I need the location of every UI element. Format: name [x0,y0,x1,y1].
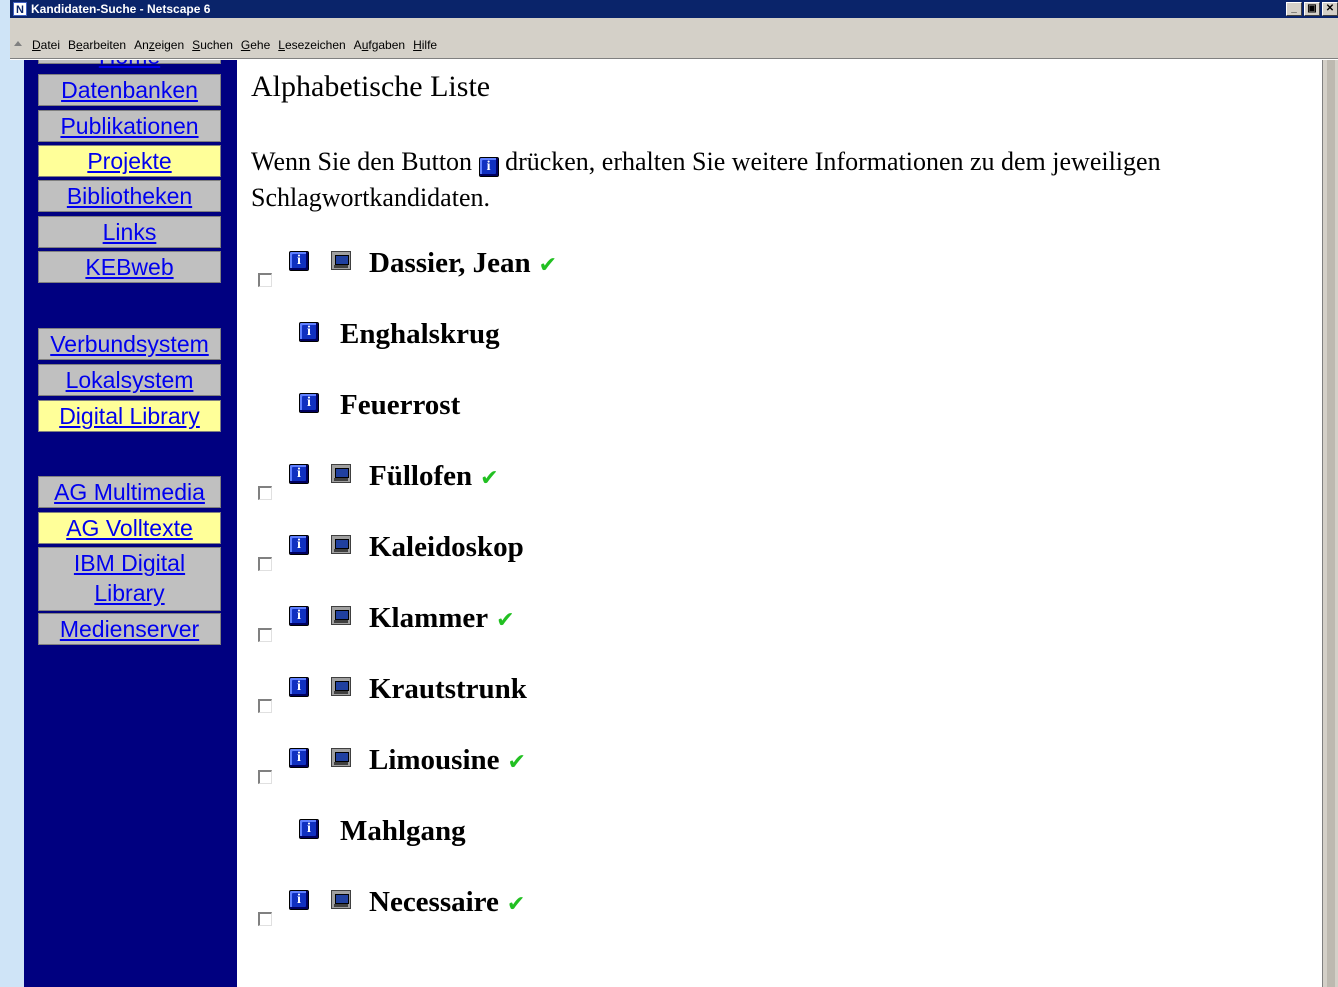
menu-item[interactable]: Bearbeiten [68,38,126,52]
nav-button-bibliotheken[interactable]: Bibliotheken [38,180,221,212]
monitor-icon[interactable] [331,535,351,554]
candidate-label: Mahlgang [340,815,466,847]
info-button-icon[interactable]: i [289,677,309,697]
candidate-label: Füllofen ✔ [369,460,499,492]
title-bar: N Kandidaten-Suche - Netscape 6 _ ▣ ✕ [10,0,1338,18]
select-checkbox[interactable] [258,770,272,784]
monitor-icon[interactable] [331,606,351,625]
info-button-icon[interactable]: i [289,606,309,626]
checkmark-icon: ✔ [507,750,526,775]
candidate-label: Necessaire ✔ [369,886,526,918]
info-button-icon[interactable]: i [299,322,319,342]
nav-button-ag-multimedia[interactable]: AG Multimedia [38,476,221,508]
checkmark-icon: ✔ [506,892,526,917]
checkmark-icon: ✔ [538,253,558,278]
info-button-icon[interactable]: i [289,748,309,768]
nav-button-medienserver[interactable]: Medienserver [38,613,221,645]
menu-item[interactable]: Suchen [192,38,233,52]
menu-item[interactable]: Lesezeichen [278,38,345,52]
info-icon: i [478,157,499,177]
checkmark-icon: ✔ [496,608,515,633]
candidate-label: Feuerrost [340,389,461,421]
scrollbar-track[interactable] [1327,60,1335,987]
vertical-scrollbar[interactable] [1322,60,1338,987]
select-checkbox[interactable] [258,557,272,571]
select-checkbox[interactable] [258,628,272,642]
monitor-icon[interactable] [331,890,351,909]
intro-text: Wenn Sie den Button i drücken, erhalten … [251,144,1291,216]
info-button-icon[interactable]: i [289,464,309,484]
info-button-icon[interactable]: i [299,819,319,839]
menu-item[interactable]: Hilfe [413,38,437,52]
select-checkbox[interactable] [258,273,272,287]
menu-item[interactable]: Anzeigen [134,38,184,52]
select-checkbox[interactable] [258,699,272,713]
menu-bar: Datei Bearbeiten Anzeigen Suchen Gehe Lesezei… [10,18,1338,60]
monitor-icon[interactable] [331,464,351,483]
candidate-label: Klammer ✔ [369,602,515,634]
close-button[interactable]: ✕ [1322,2,1338,16]
nav-button-digital-library[interactable]: Digital Library [38,400,221,432]
nav-button-verbundsystem[interactable]: Verbundsystem [38,328,221,360]
monitor-icon[interactable] [331,251,351,270]
intro-text-before: Wenn Sie den Button [251,147,479,176]
window-title: Kandidaten-Suche - Netscape 6 [31,2,211,16]
nav-button-datenbanken[interactable]: Datenbanken [38,74,221,106]
minimize-button[interactable]: _ [1286,2,1302,16]
candidate-label: Krautstrunk [369,673,527,705]
toolbar-grip-icon[interactable] [14,41,22,46]
nav-button-projekte[interactable]: Projekte [38,145,221,177]
info-button-icon[interactable]: i [289,535,309,555]
candidate-label: Kaleidoskop [369,531,524,563]
menu-item[interactable]: Gehe [241,38,270,52]
nav-button-publikationen[interactable]: Publikationen [38,110,221,142]
monitor-icon[interactable] [331,677,351,696]
nav-button-kebweb[interactable]: KEBweb [38,251,221,283]
info-button-icon[interactable]: i [299,393,319,413]
candidate-label: Dassier, Jean ✔ [369,247,558,279]
browser-window: N Kandidaten-Suche - Netscape 6 _ ▣ ✕ Da… [0,0,1338,987]
menu-item[interactable]: Aufgaben [354,38,405,52]
select-checkbox[interactable] [258,486,272,500]
checkmark-icon: ✔ [480,466,499,491]
candidate-label: Enghalskrug [340,318,500,350]
nav-button-ag-volltexte[interactable]: AG Volltexte [38,512,221,544]
netscape-icon: N [13,2,27,16]
navigation-frame: Home Datenbanken PublikationenProjekteBibl… [24,60,237,987]
candidate-label: Limousine ✔ [369,744,526,776]
nav-button-home[interactable]: Home [38,60,221,69]
select-checkbox[interactable] [258,912,272,926]
nav-button-links[interactable]: Links [38,216,221,248]
nav-button-ibm-digital-library[interactable]: IBM Digital Library [38,547,221,611]
page-title: Alphabetische Liste [251,70,491,103]
nav-button-lokalsystem[interactable]: Lokalsystem [38,364,221,396]
monitor-icon[interactable] [331,748,351,767]
menu-item[interactable]: Datei [32,38,60,52]
info-button-icon[interactable]: i [289,890,309,910]
maximize-button[interactable]: ▣ [1304,2,1320,16]
main-content: Alphabetische Liste Wenn Sie den Button … [237,60,1322,987]
info-button-icon[interactable]: i [289,251,309,271]
